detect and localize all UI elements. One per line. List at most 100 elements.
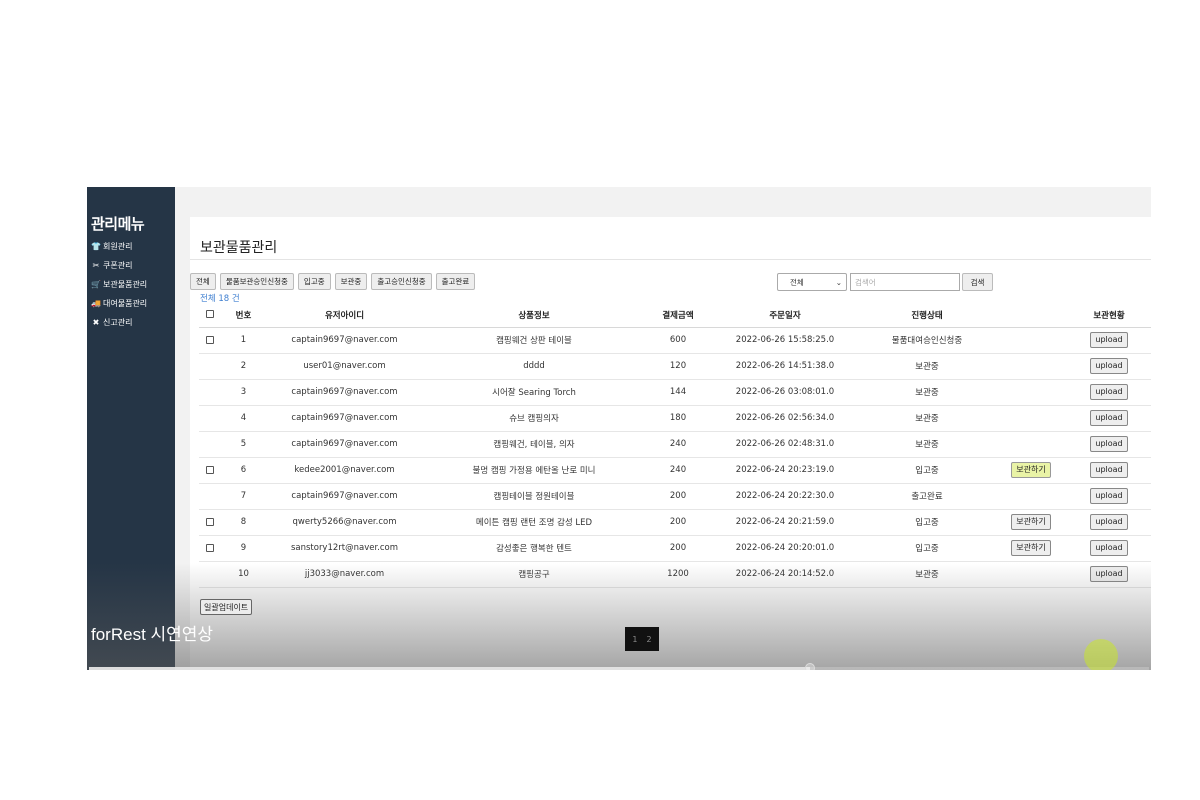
table-row: 5 captain9697@naver.com 캠핑웨건, 테이블, 의자 240 20… [199,431,1151,458]
row-select-cell [199,431,221,458]
cell-status: 보관중 [859,561,995,588]
chevron-down-icon: ⌄ [835,277,842,287]
upload-button[interactable]: upload [1090,540,1128,556]
cell-no: 3 [221,379,266,406]
cell-status: 보관중 [859,379,995,406]
upload-button[interactable]: upload [1090,488,1128,504]
cell-amount: 200 [645,483,711,510]
sidebar-item-1[interactable]: 👕 회원관리 [91,241,132,252]
bulk-update-button[interactable]: 일괄업데이트 [200,599,253,615]
upload-button[interactable]: upload [1090,358,1128,374]
cell-amount: 120 [645,353,711,380]
filter-button-4[interactable]: 보관중 [334,273,368,290]
cell-product: 캠핑웨건, 테이블, 의자 [423,431,645,458]
store-button[interactable]: 보관하기 [1011,540,1051,556]
cell-order-date: 2022-06-24 20:23:19.0 [711,457,859,484]
col-header-date: 주문일자 [711,303,859,328]
sidebar-item-label: 대여물품관리 [103,299,148,308]
cell-no: 8 [221,509,266,536]
cell-no: 5 [221,431,266,458]
cell-user-id: kedee2001@naver.com [266,457,423,484]
row-select-cell [199,327,221,354]
row-select-cell [199,353,221,380]
row-select-cell [199,405,221,432]
select-all-checkbox[interactable] [206,310,214,319]
filter-button-1[interactable]: 전체 [190,273,216,290]
row-checkbox[interactable] [206,517,214,526]
cell-product: 캠핑공구 [423,561,645,588]
cell-user-id: captain9697@naver.com [266,379,423,406]
video-progress-bar[interactable] [89,667,1149,670]
cell-product: 메이튼 캠핑 랜턴 조명 감성 LED [423,509,645,536]
scissors-icon: ✂ [92,261,100,270]
cell-user-id: sanstory12rt@naver.com [266,535,423,562]
storage-table: 번호 유저아이디 상품정보 결제금액 주문일자 진행상태 보관현황 1 capta… [199,303,1151,588]
cell-product: dddd [423,353,645,380]
cell-amount: 200 [645,535,711,562]
cell-user-id: captain9697@naver.com [266,483,423,510]
upload-button[interactable]: upload [1090,410,1128,426]
cell-status: 물품대여승인신청중 [859,327,995,354]
search-category-select[interactable]: 전체 ⌄ [777,273,847,291]
cell-status: 보관중 [859,431,995,458]
page-link-2[interactable]: 2 [647,635,652,644]
filter-button-3[interactable]: 입고중 [297,273,331,290]
store-button[interactable]: 보관하기 [1011,514,1051,530]
cell-order-date: 2022-06-24 20:22:30.0 [711,483,859,510]
sidebar-item-5[interactable]: ✖ 신고관리 [91,317,133,328]
truck-icon: 🚚 [91,299,101,308]
cell-action [995,561,1067,588]
col-header-product: 상품정보 [423,303,645,328]
search-button[interactable]: 검색 [962,273,993,291]
cell-user-id: captain9697@naver.com [266,405,423,432]
cell-user-id: captain9697@naver.com [266,431,423,458]
cell-no: 2 [221,353,266,380]
cart-icon: 🛒 [91,280,101,289]
col-header-amount: 결제금액 [645,303,711,328]
table-row: 10 jj3033@naver.com 캠핑공구 1200 2022-06-24 20:… [199,561,1151,588]
video-progress-knob[interactable] [804,663,815,670]
status-filter-bar: 전체 물품보관승인신청중 입고중 보관중 출고승인신청중 출고완료 [190,273,476,290]
col-header-action [995,303,1067,328]
row-select-cell [199,535,221,562]
sidebar-item-2[interactable]: ✂ 쿠폰관리 [91,260,133,271]
cell-status: 보관중 [859,353,995,380]
row-select-cell [199,561,221,588]
table-header-row: 번호 유저아이디 상품정보 결제금액 주문일자 진행상태 보관현황 [199,303,1151,328]
sidebar-item-label: 쿠폰관리 [103,261,133,270]
sidebar-item-4[interactable]: 🚚 대여물품관리 [91,298,147,309]
cell-upload: upload [1067,405,1151,432]
cell-status: 입고중 [859,535,995,562]
row-checkbox[interactable] [206,465,214,474]
filter-button-6[interactable]: 출고완료 [435,273,476,290]
row-checkbox[interactable] [206,543,214,552]
row-select-cell [199,379,221,406]
upload-button[interactable]: upload [1090,566,1128,582]
upload-button[interactable]: upload [1090,384,1128,400]
table-row: 2 user01@naver.com dddd 120 2022-06-26 14:51… [199,353,1151,380]
upload-button[interactable]: upload [1090,514,1128,530]
cell-product: 불멍 캠핑 가정용 에탄올 난로 미니 [423,457,645,484]
table-row: 8 qwerty5266@naver.com 메이튼 캠핑 랜턴 조명 감성 LED… [199,509,1151,536]
wrench-icon: ✖ [92,318,100,327]
filter-button-2[interactable]: 물품보관승인신청중 [219,273,294,290]
upload-button[interactable]: upload [1090,332,1128,348]
cell-action [995,405,1067,432]
cell-amount: 180 [645,405,711,432]
cell-action [995,379,1067,406]
cell-user-id: user01@naver.com [266,353,423,380]
page-link-1[interactable]: 1 [632,635,637,644]
cell-status: 입고중 [859,509,995,536]
cell-action: 보관하기 [995,457,1067,484]
store-button[interactable]: 보관하기 [1011,462,1051,478]
row-checkbox[interactable] [206,335,214,344]
upload-button[interactable]: upload [1090,436,1128,452]
row-select-cell [199,457,221,484]
upload-button[interactable]: upload [1090,462,1128,478]
cell-order-date: 2022-06-24 20:14:52.0 [711,561,859,588]
sidebar-item-3[interactable]: 🛒 보관물품관리 [91,279,147,290]
search-input[interactable] [850,273,960,291]
filter-button-5[interactable]: 출고승인신청중 [371,273,432,290]
page-title: 보관물품관리 [200,240,278,256]
cell-no: 7 [221,483,266,510]
